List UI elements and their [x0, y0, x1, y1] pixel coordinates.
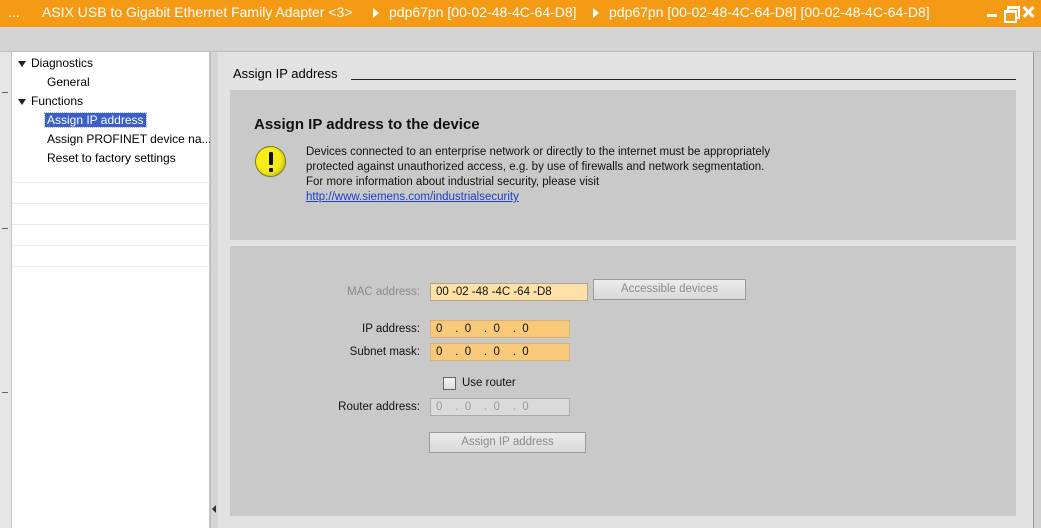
warning-line: protected against unauthorized access, e… [306, 161, 765, 173]
restore-icon[interactable] [1003, 5, 1020, 23]
title-ellipsis[interactable]: ... [8, 4, 20, 20]
mac-address-label: MAC address: [347, 286, 420, 298]
section-title: Assign IP address [233, 66, 338, 81]
ip-address-label: IP address: [362, 323, 420, 335]
accessible-devices-button[interactable]: Accessible devices [593, 279, 746, 300]
tree-divider [12, 224, 210, 225]
pane-splitter[interactable] [210, 52, 218, 528]
subnet-mask-label: Subnet mask: [349, 346, 420, 358]
use-router-label: Use router [462, 377, 516, 389]
tree-divider [12, 245, 210, 246]
tree-group-diagnostics[interactable]: Diagnostics [18, 55, 93, 72]
breadcrumb-arrow-icon [593, 8, 599, 18]
minimize-icon[interactable] [985, 5, 999, 19]
close-icon[interactable] [1021, 5, 1035, 19]
industrial-security-link[interactable]: http://www.siemens.com/industrialsecurit… [306, 191, 519, 203]
mac-address-field: 00 -02 -48 -4C -64 -D8 [430, 283, 588, 301]
panel-heading: Assign IP address to the device [254, 116, 480, 133]
collapse-left-icon[interactable] [212, 505, 216, 513]
tree-group-functions[interactable]: Functions [18, 93, 83, 110]
breadcrumb-arrow-icon [373, 8, 379, 18]
ip-address-input[interactable]: 0 . 0 . 0 . 0 [430, 320, 570, 338]
router-address-label: Router address: [338, 401, 420, 413]
warning-icon [255, 146, 286, 177]
assign-ip-address-button[interactable]: Assign IP address [429, 432, 586, 453]
tree-divider [12, 182, 210, 183]
router-address-input[interactable]: 0 . 0 . 0 . 0 [430, 398, 570, 416]
tree-item-general[interactable]: General [47, 74, 90, 91]
breadcrumb-adapter[interactable]: ASIX USB to Gigabit Ethernet Family Adap… [42, 4, 353, 20]
toolbar-strip [0, 27, 1041, 52]
app-window: ... ASIX USB to Gigabit Ethernet Family … [0, 0, 1041, 528]
strip-mark [2, 392, 8, 393]
warning-line: Devices connected to an enterprise netwo… [306, 146, 771, 158]
warning-line: For more information about industrial se… [306, 176, 600, 188]
breadcrumb-device-detail[interactable]: pdp67pn [00-02-48-4C-64-D8] [00-02-48-4C… [609, 4, 930, 20]
security-info-panel: Assign IP address to the device Devices … [230, 90, 1016, 240]
tree-divider [12, 203, 210, 204]
strip-mark [2, 228, 8, 229]
expand-arrow-icon[interactable] [18, 61, 26, 67]
main-content: Assign IP address Assign IP address to t… [218, 52, 1033, 528]
title-bar: ... ASIX USB to Gigabit Ethernet Family … [0, 0, 1041, 27]
breadcrumb-device[interactable]: pdp67pn [00-02-48-4C-64-D8] [389, 4, 577, 20]
tree-item-assign-ip-address[interactable]: Assign IP address [44, 112, 147, 129]
strip-mark [2, 92, 8, 93]
section-divider [351, 79, 1016, 80]
tree-item-reset-factory[interactable]: Reset to factory settings [47, 150, 176, 167]
left-collapsed-strip[interactable] [0, 52, 12, 528]
window-controls [985, 5, 1035, 23]
expand-arrow-icon[interactable] [18, 99, 26, 105]
subnet-mask-input[interactable]: 0 . 0 . 0 . 0 [430, 343, 570, 361]
warning-text: Devices connected to an enterprise netwo… [306, 145, 770, 190]
navigation-tree: Diagnostics General Functions Assign IP … [12, 52, 212, 528]
right-sidebar-edge [1033, 52, 1041, 528]
ip-config-panel: MAC address: 00 -02 -48 -4C -64 -D8 Acce… [230, 246, 1016, 516]
tree-divider [12, 266, 210, 267]
use-router-checkbox[interactable] [443, 377, 456, 390]
tree-item-assign-profinet-name[interactable]: Assign PROFINET device na... [47, 131, 212, 148]
